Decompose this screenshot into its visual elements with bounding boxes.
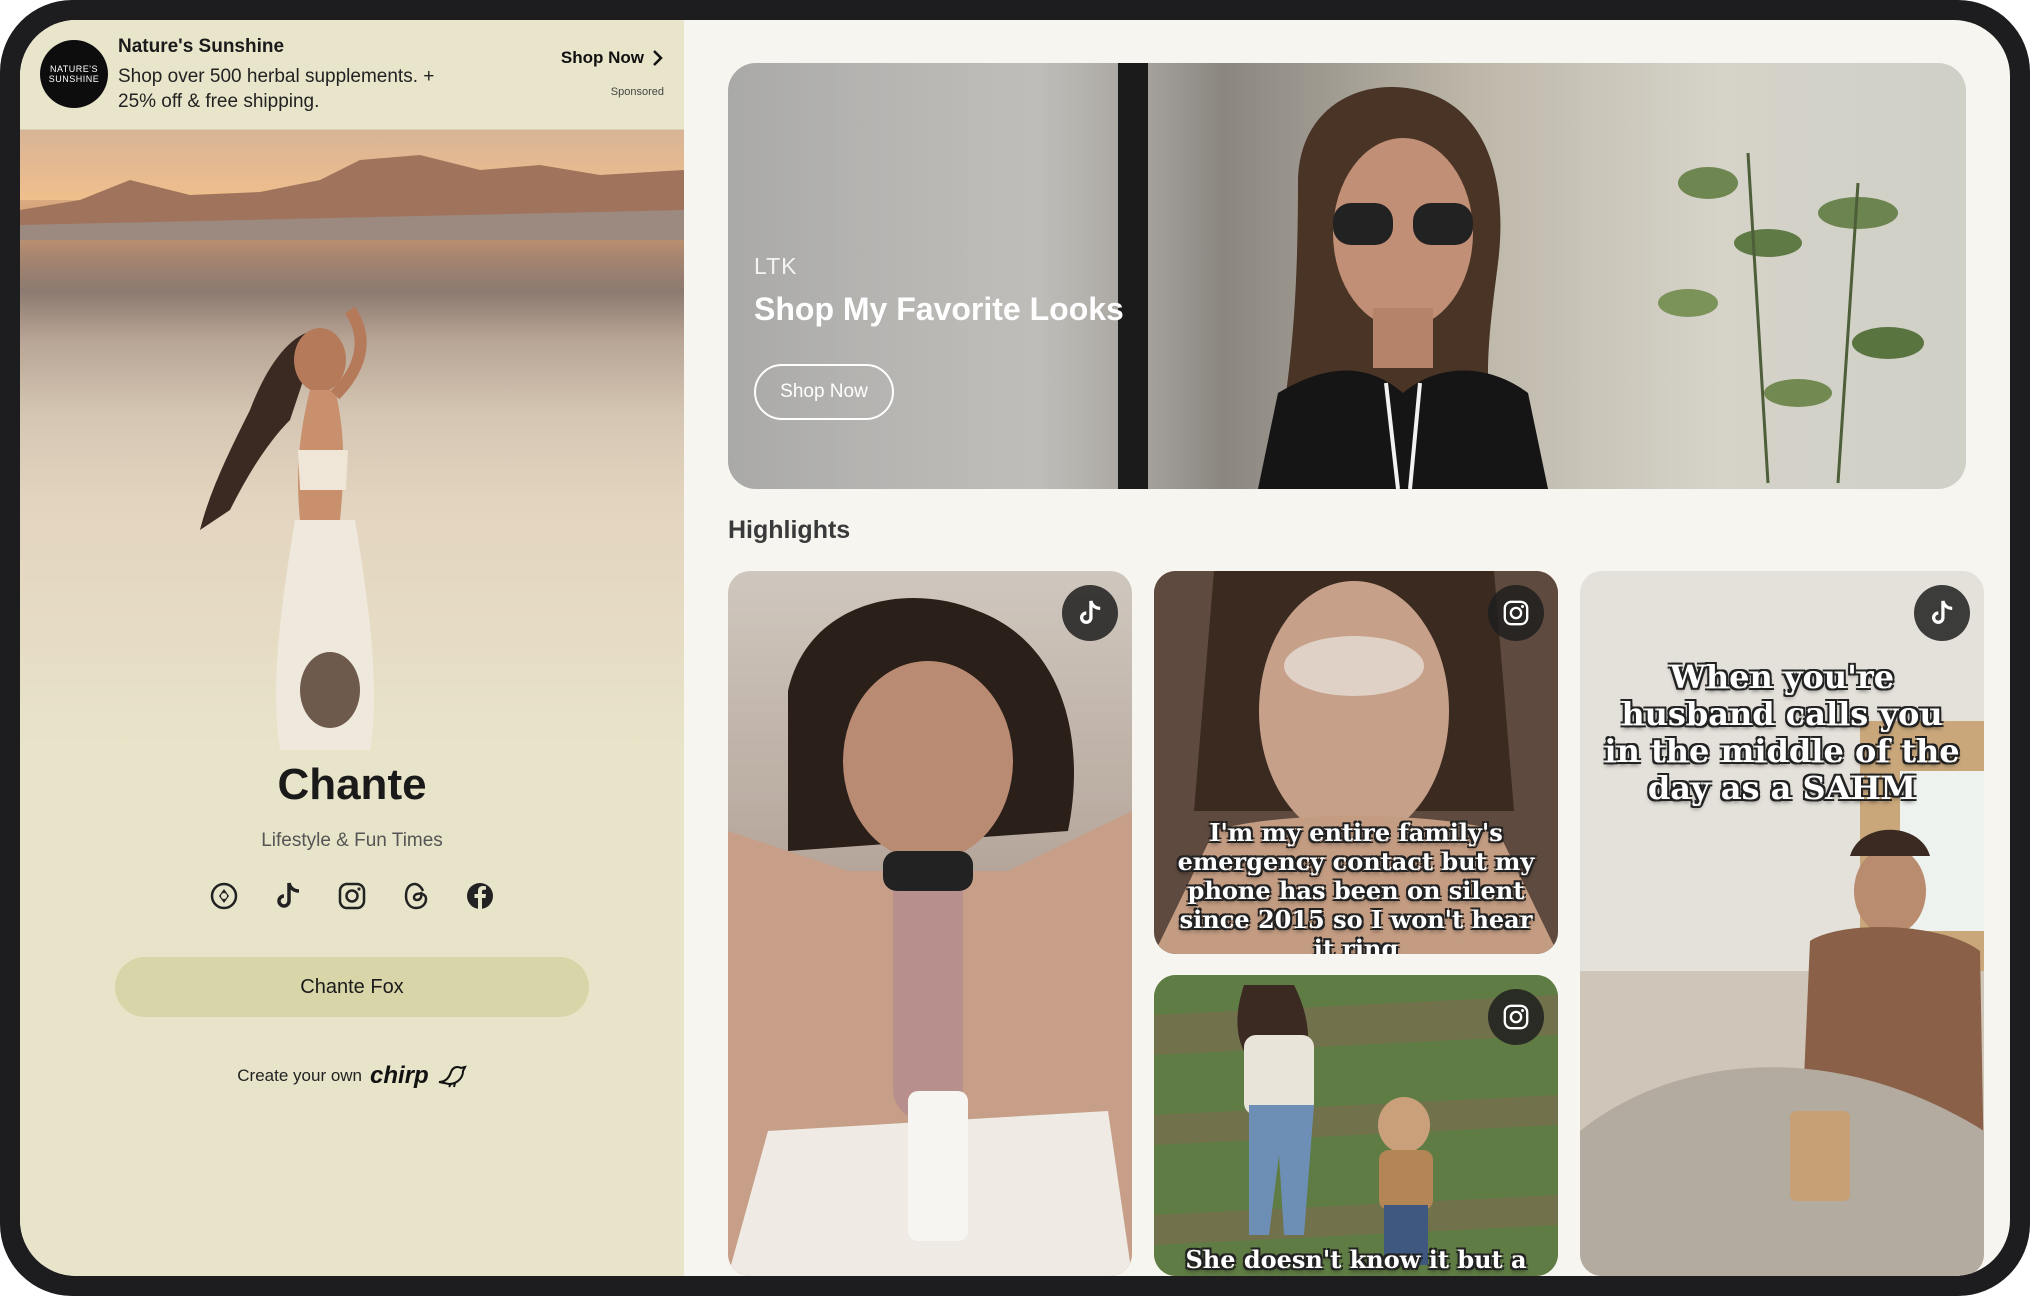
highlight-card[interactable] xyxy=(728,571,1132,1276)
profile-cover-photo xyxy=(20,130,684,750)
tiktok-icon xyxy=(1914,585,1970,641)
tiktok-icon xyxy=(1062,585,1118,641)
card-caption: When you're husband calls you in the mid… xyxy=(1604,658,1960,807)
card-caption: I'm my entire family's emergency contact… xyxy=(1177,818,1535,954)
banner-window-frame xyxy=(1118,63,1148,489)
card-photo xyxy=(728,597,1132,1276)
highlights-title: Highlights xyxy=(728,516,851,544)
instagram-icon xyxy=(1488,989,1544,1045)
ad-shop-now-button[interactable]: Shop Now xyxy=(561,48,664,68)
ad-title: Nature's Sunshine xyxy=(118,36,285,57)
banner-kicker: LTK xyxy=(754,253,798,279)
banner-woman-photo xyxy=(1258,87,1548,489)
cover-woman-figure xyxy=(200,306,375,750)
highlight-card[interactable]: When you're husband calls you in the mid… xyxy=(1580,571,1984,1276)
social-links xyxy=(20,880,684,912)
advertiser-logo: NATURE'S SUNSHINE xyxy=(40,40,108,108)
profile-name: Chante xyxy=(277,760,427,809)
banner-plant xyxy=(1658,152,1924,484)
chevron-right-icon xyxy=(653,50,663,66)
link-button-chante-fox[interactable]: Chante Fox xyxy=(115,957,589,1017)
instagram-icon[interactable] xyxy=(336,880,368,912)
highlight-card[interactable]: She doesn't know it but a xyxy=(1154,975,1558,1276)
instagram-icon xyxy=(1488,585,1544,641)
card-caption: She doesn't know it but a xyxy=(1185,1245,1527,1274)
sponsored-label: Sponsored xyxy=(610,86,664,98)
facebook-icon[interactable] xyxy=(464,880,496,912)
ltk-banner[interactable]: LTK Shop My Favorite Looks Shop Now xyxy=(728,63,1966,489)
threads-icon[interactable] xyxy=(400,880,432,912)
chirp-logo: chirp xyxy=(370,1062,429,1089)
bird-icon xyxy=(438,1065,467,1088)
ad-cta-label: Shop Now xyxy=(560,48,644,67)
device-frame: NATURE'S SUNSHINE Nature's Sunshine Shop… xyxy=(0,0,2030,1296)
ad-text: Shop over 500 herbal supplements. + 25% … xyxy=(118,66,435,112)
banner-shop-now-button[interactable]: Shop Now xyxy=(754,364,894,420)
banner-title: Shop My Favorite Looks xyxy=(754,291,1124,327)
profile-bio: Lifestyle & Fun Times xyxy=(261,830,443,851)
create-your-own-link[interactable]: Create your own chirp xyxy=(20,1062,684,1090)
create-prefix: Create your own xyxy=(237,1066,363,1085)
screen: NATURE'S SUNSHINE Nature's Sunshine Shop… xyxy=(20,20,2010,1276)
ltk-icon[interactable] xyxy=(208,880,240,912)
highlight-card[interactable]: I'm my entire family's emergency contact… xyxy=(1154,571,1558,954)
tiktok-icon[interactable] xyxy=(272,880,304,912)
profile-panel: NATURE'S SUNSHINE Nature's Sunshine Shop… xyxy=(20,20,684,1276)
sponsored-ad[interactable]: NATURE'S SUNSHINE Nature's Sunshine Shop… xyxy=(20,20,684,130)
cover-mountains xyxy=(20,155,684,240)
